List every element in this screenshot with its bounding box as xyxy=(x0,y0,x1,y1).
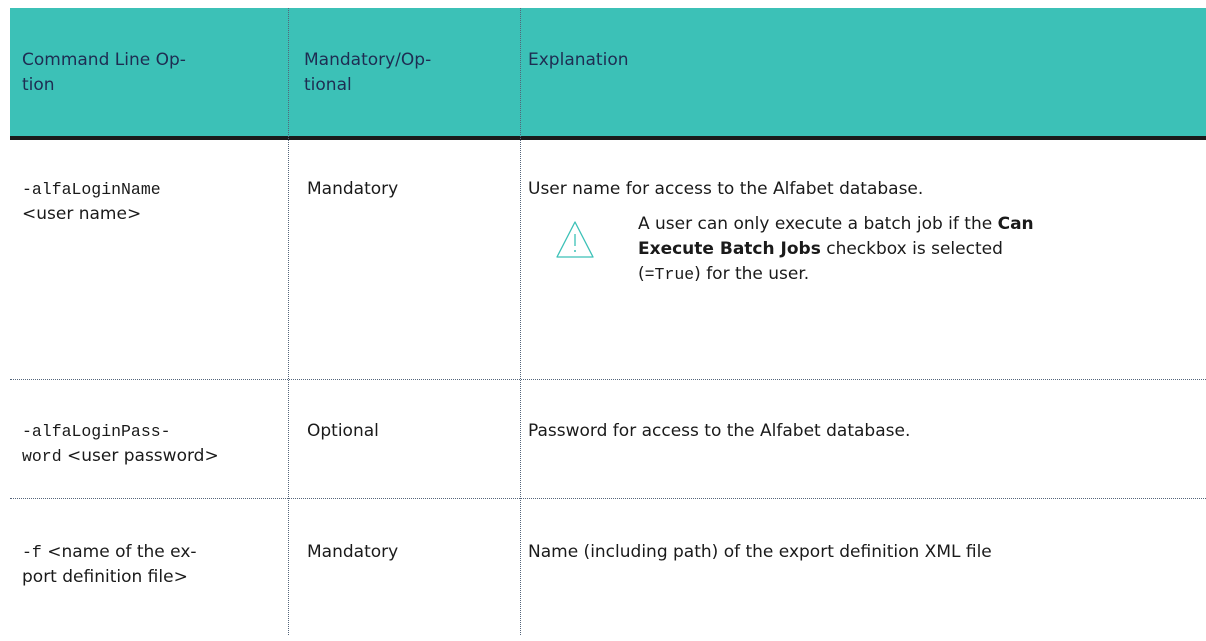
header-col2-line2: tional xyxy=(304,75,352,95)
table-header: Command Line Op- tion Mandatory/Op- tion… xyxy=(10,8,1206,140)
note-text-part3: ) for the user. xyxy=(694,264,810,284)
option-flag: -f xyxy=(22,543,42,562)
option-cell: -alfaLoginName <user name> xyxy=(22,177,282,227)
header-command-line-option: Command Line Op- tion xyxy=(22,48,186,98)
table-row: -f <name of the ex- port definition file… xyxy=(10,499,1206,641)
option-flag-line2: word xyxy=(22,447,62,466)
warning-note-text: A user can only execute a batch job if t… xyxy=(638,212,1118,287)
explanation-cell: User name for access to the Alfabet data… xyxy=(528,179,924,199)
requirement-cell: Mandatory xyxy=(307,179,399,199)
table-row: -alfaLoginPass- word <user password> Opt… xyxy=(10,380,1206,499)
warning-triangle-icon xyxy=(556,221,594,258)
option-argument-line2: port definition file> xyxy=(22,567,188,587)
table-row: -alfaLoginName <user name> Mandatory Use… xyxy=(10,140,1206,380)
option-flag-line1: -alfaLoginPass- xyxy=(22,422,171,441)
requirement-cell: Mandatory xyxy=(307,542,399,562)
option-flag: -alfaLoginName xyxy=(22,180,161,199)
column-divider xyxy=(288,8,289,635)
column-divider xyxy=(520,8,521,635)
explanation-cell: Name (including path) of the export defi… xyxy=(528,542,992,562)
header-col2-line1: Mandatory/Op- xyxy=(304,50,432,70)
options-table: Command Line Op- tion Mandatory/Op- tion… xyxy=(10,8,1206,641)
note-text-part1: A user can only execute a batch job if t… xyxy=(638,214,998,234)
option-cell: -alfaLoginPass- word <user password> xyxy=(22,419,292,469)
explanation-cell: Password for access to the Alfabet datab… xyxy=(528,421,911,441)
option-argument: <user password> xyxy=(61,446,219,466)
header-col1-line1: Command Line Op- xyxy=(22,50,186,70)
note-bold-execute-batch-jobs: Execute Batch Jobs xyxy=(638,239,821,259)
option-argument-line1: <name of the ex- xyxy=(41,542,197,562)
header-mandatory-optional: Mandatory/Op- tional xyxy=(304,48,431,98)
note-paren-open: ( xyxy=(638,264,645,284)
option-argument: <user name> xyxy=(22,204,142,224)
note-text-part2: checkbox is selected xyxy=(820,239,1003,259)
header-col1-line2: tion xyxy=(22,75,55,95)
requirement-cell: Optional xyxy=(307,421,379,441)
header-col3: Explanation xyxy=(528,50,629,70)
option-cell: -f <name of the ex- port definition file… xyxy=(22,540,292,590)
header-explanation: Explanation xyxy=(528,48,629,73)
note-true-value: =True xyxy=(644,265,695,284)
note-bold-can: Can xyxy=(997,214,1034,234)
